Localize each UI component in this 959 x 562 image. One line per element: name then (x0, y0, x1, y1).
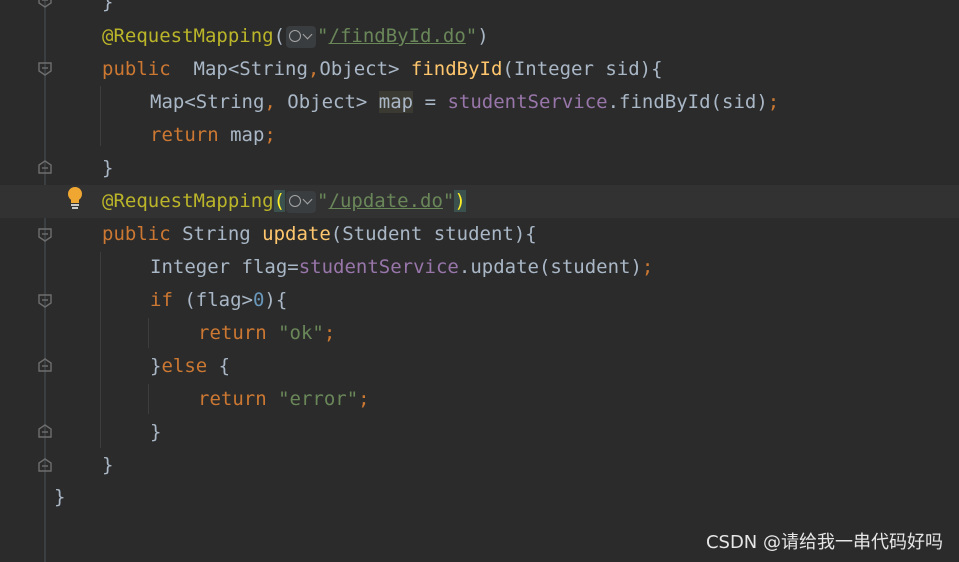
code-token: Map<String (170, 58, 308, 80)
code-token: " (465, 25, 478, 47)
code-token: (flag> (172, 289, 253, 311)
code-token: findById (410, 58, 503, 80)
code-line[interactable]: } (0, 481, 959, 514)
code-token: /update.do (328, 190, 443, 212)
code-token: { (207, 355, 231, 377)
code-token: "ok" (278, 322, 324, 344)
code-token: if (150, 289, 173, 311)
code-line[interactable]: public String update(Student student){ (0, 218, 959, 251)
code-line[interactable]: public Map<String,Object> findById(Integ… (0, 53, 959, 86)
code-token: ; (358, 388, 370, 410)
code-token: String (170, 223, 263, 245)
code-line[interactable]: } (0, 0, 959, 19)
code-token: update (262, 223, 331, 245)
code-line[interactable]: } (0, 449, 959, 482)
code-token: } (150, 355, 162, 377)
code-token: ) (454, 190, 466, 212)
code-line[interactable]: Map<String, Object> map = studentService… (0, 86, 959, 119)
code-line[interactable]: return map; (0, 119, 959, 152)
code-line[interactable]: Integer flag=studentService.update(stude… (0, 251, 959, 284)
code-token: 0 (252, 289, 265, 311)
code-token: Object> (319, 58, 411, 80)
watermark: CSDN @请给我一串代码好吗 (705, 532, 943, 553)
code-token: (Integer sid){ (502, 58, 663, 80)
code-line[interactable]: }else { (0, 350, 959, 383)
code-token: else (161, 355, 208, 377)
code-line[interactable]: return "error"; (0, 383, 959, 416)
code-token: return (198, 322, 267, 344)
code-token: ; (767, 91, 780, 113)
code-token: } (102, 157, 114, 179)
code-token: @RequestMapping (102, 25, 274, 47)
code-token: " (442, 190, 455, 212)
code-token: return (198, 388, 267, 410)
code-token: /findById.do (328, 25, 466, 47)
code-token: " (317, 190, 329, 212)
code-token: "error" (278, 388, 359, 410)
code-token: } (102, 454, 114, 476)
lightbulb-icon[interactable] (66, 186, 84, 210)
code-token: } (54, 486, 66, 508)
code-token: @RequestMapping (102, 190, 274, 212)
globe-dropdown-icon[interactable] (286, 190, 317, 213)
code-token: , (264, 91, 276, 113)
code-token: studentService (447, 91, 608, 113)
code-token: ( (273, 190, 286, 212)
code-line[interactable]: } (0, 416, 959, 449)
code-token: " (317, 25, 329, 47)
code-token: ){ (264, 289, 288, 311)
code-token: .update(student) (458, 256, 642, 278)
code-token: public (102, 223, 171, 245)
code-line[interactable]: return "ok"; (0, 317, 959, 350)
globe-dropdown-icon[interactable] (286, 25, 317, 48)
code-token: return (150, 124, 219, 146)
code-token: , (307, 58, 320, 80)
code-line[interactable]: @RequestMapping( "/findById.do") (0, 20, 959, 53)
code-token: .findById(sid) (607, 91, 768, 113)
code-token: map (218, 124, 265, 146)
code-line[interactable]: if (flag>0){ (0, 284, 959, 317)
code-token: studentService (298, 256, 459, 278)
code-token: Object> (275, 91, 379, 113)
code-token: (Student student){ (330, 223, 537, 245)
code-token: Integer flag= (150, 256, 299, 278)
code-token: ( (273, 25, 286, 47)
code-token: ; (641, 256, 654, 278)
code-token: } (102, 0, 114, 13)
code-token: } (150, 421, 162, 443)
code-token: ; (264, 124, 276, 146)
code-token: ) (477, 25, 489, 47)
code-token: = (413, 91, 448, 113)
code-line[interactable]: @RequestMapping( "/update.do") (0, 185, 959, 218)
code-token: map (378, 91, 414, 113)
code-token: Map<String (150, 91, 265, 113)
code-line[interactable]: } (0, 152, 959, 185)
code-token: ; (323, 322, 336, 344)
code-token: public (102, 58, 171, 80)
